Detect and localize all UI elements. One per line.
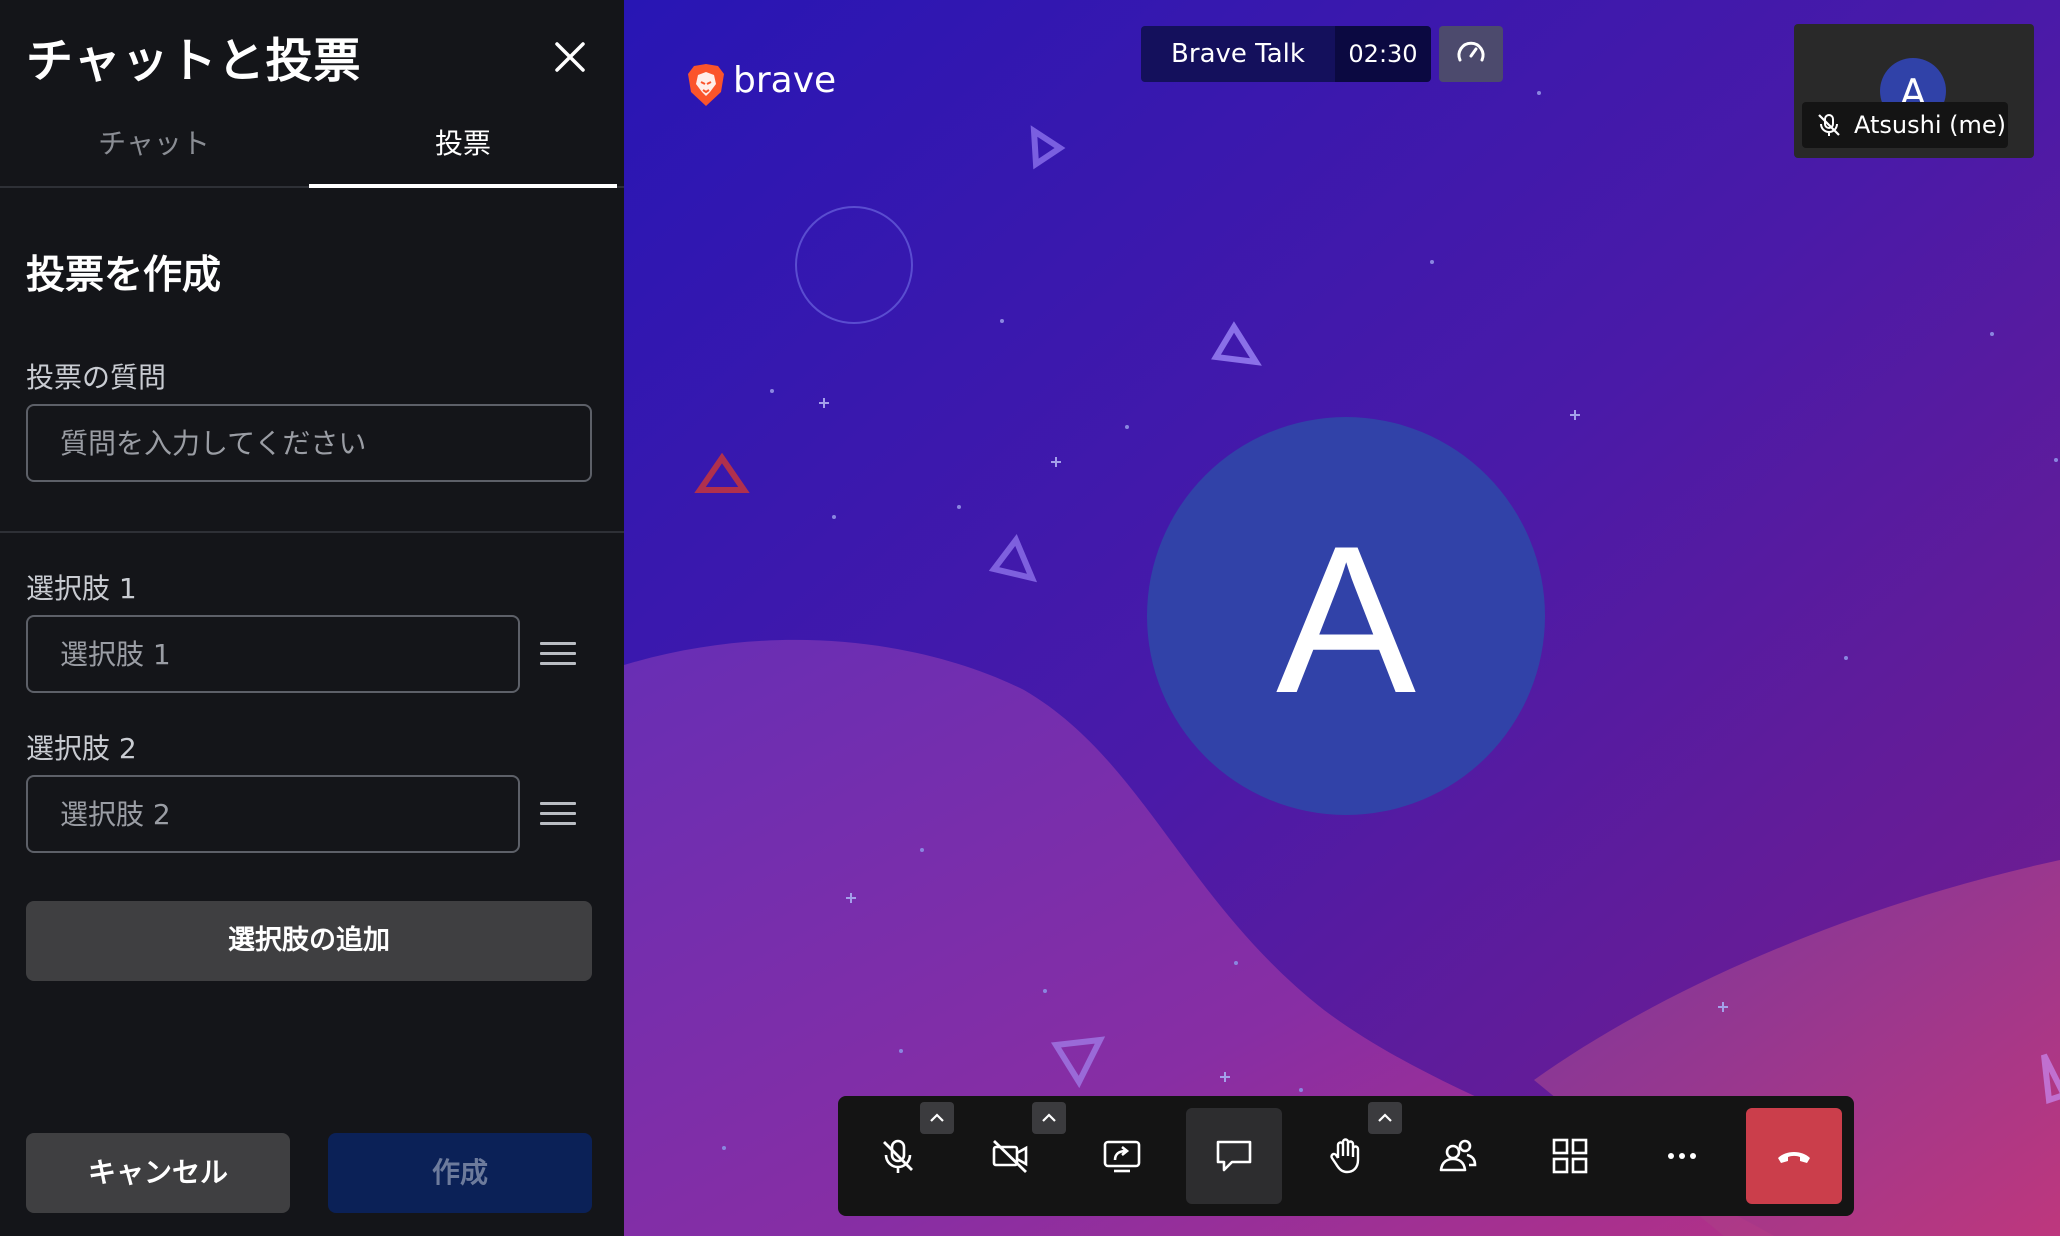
brand-name: brave bbox=[733, 60, 837, 101]
more-actions-button[interactable] bbox=[1634, 1108, 1730, 1204]
panel-tabs: チャット 投票 bbox=[0, 118, 624, 188]
create-poll-heading: 投票を作成 bbox=[26, 253, 222, 298]
self-video-tile[interactable]: A Atsushi (me) bbox=[1794, 24, 2034, 158]
video-settings-caret[interactable] bbox=[1032, 1102, 1066, 1134]
create-poll-button[interactable]: 作成 bbox=[328, 1133, 592, 1213]
divider bbox=[0, 531, 624, 533]
chat-poll-panel: チャットと投票 チャット 投票 投票を作成 投票の質問 選択肢 1 選択肢 2 … bbox=[0, 0, 624, 1236]
hangup-icon bbox=[1778, 1152, 1810, 1163]
option-2-input[interactable] bbox=[26, 775, 520, 853]
meeting-name: Brave Talk bbox=[1141, 26, 1335, 82]
main-participant-avatar: A bbox=[1147, 417, 1545, 815]
brave-lion-icon bbox=[688, 64, 724, 106]
leave-meeting-button[interactable] bbox=[1746, 1108, 1842, 1204]
close-icon bbox=[555, 42, 585, 72]
question-label: 投票の質問 bbox=[26, 361, 167, 394]
panel-title: チャットと投票 bbox=[26, 34, 362, 89]
chat-button[interactable] bbox=[1186, 1108, 1282, 1204]
hand-icon bbox=[1330, 1138, 1360, 1174]
tab-poll[interactable]: 投票 bbox=[309, 118, 617, 188]
grid-icon bbox=[1552, 1138, 1588, 1174]
mic-muted-icon bbox=[1818, 114, 1840, 136]
screen-share-button[interactable] bbox=[1074, 1108, 1170, 1204]
option-1-label: 選択肢 1 bbox=[26, 572, 137, 605]
participants-icon bbox=[1439, 1139, 1477, 1172]
poll-question-input[interactable] bbox=[26, 404, 592, 482]
chevron-up-icon bbox=[930, 1113, 944, 1122]
add-option-button[interactable]: 選択肢の追加 bbox=[26, 901, 592, 981]
self-name: Atsushi (me) bbox=[1854, 111, 2007, 139]
chevron-up-icon bbox=[1378, 1113, 1392, 1122]
tile-view-button[interactable] bbox=[1522, 1108, 1618, 1204]
more-icon bbox=[1668, 1153, 1696, 1159]
audio-settings-caret[interactable] bbox=[920, 1102, 954, 1134]
meeting-stage: A bbox=[624, 0, 2060, 1236]
chevron-up-icon bbox=[1042, 1113, 1056, 1122]
option-2-drag-handle-icon[interactable] bbox=[540, 802, 576, 832]
participants-button[interactable] bbox=[1410, 1108, 1506, 1204]
meeting-timer: 02:30 bbox=[1335, 26, 1431, 82]
option-1-drag-handle-icon[interactable] bbox=[540, 642, 576, 672]
camera-off-icon bbox=[992, 1139, 1028, 1174]
reactions-caret[interactable] bbox=[1368, 1102, 1402, 1134]
connection-quality-button[interactable] bbox=[1439, 26, 1503, 82]
close-panel-button[interactable] bbox=[549, 36, 591, 78]
chat-icon bbox=[1216, 1140, 1252, 1172]
meeting-toolbar bbox=[838, 1096, 1854, 1216]
option-1-input[interactable] bbox=[26, 615, 520, 693]
self-name-badge: Atsushi (me) bbox=[1802, 102, 2008, 148]
option-2-label: 選択肢 2 bbox=[26, 732, 137, 765]
screen-share-icon bbox=[1103, 1140, 1141, 1173]
main-participant-initial: A bbox=[1275, 502, 1417, 737]
mic-off-icon bbox=[883, 1139, 913, 1173]
gauge-icon bbox=[1457, 41, 1485, 62]
tab-chat[interactable]: チャット bbox=[0, 118, 308, 184]
cancel-button[interactable]: キャンセル bbox=[26, 1133, 290, 1213]
